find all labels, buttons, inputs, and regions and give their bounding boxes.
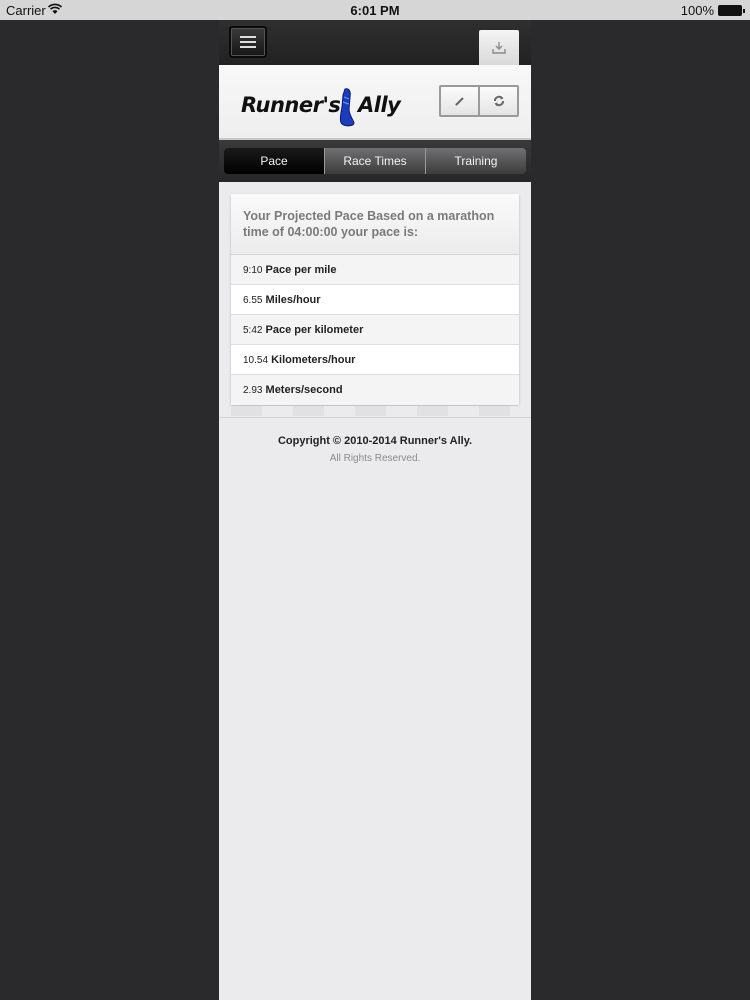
list-item: 10.54 Kilometers/hour — [231, 345, 519, 375]
result-value: 6.55 — [243, 295, 263, 306]
list-item: 5:42 Pace per kilometer — [231, 315, 519, 345]
refresh-icon — [494, 95, 504, 107]
tab-pace[interactable]: Pace — [224, 148, 324, 174]
hamburger-icon — [240, 36, 256, 38]
result-unit: Meters/second — [265, 384, 343, 396]
result-unit: Pace per kilometer — [265, 324, 364, 336]
card-shadow — [231, 406, 519, 416]
result-value: 2.93 — [243, 385, 263, 396]
battery-icon — [718, 5, 745, 16]
download-icon — [492, 42, 506, 54]
hamburger-icon — [240, 41, 256, 43]
top-bar — [219, 20, 531, 65]
result-value: 10.54 — [243, 355, 269, 366]
tab-race-times[interactable]: Race Times — [324, 148, 425, 174]
list-item: 6.55 Miles/hour — [231, 285, 519, 315]
edit-button[interactable] — [441, 87, 478, 115]
footer: Copyright © 2010-2014 Runner's Ally. All… — [219, 435, 531, 464]
battery-percentage: 100% — [680, 3, 714, 18]
tab-bar: Pace Race Times Training — [219, 140, 531, 182]
logo-text-left: Runner's — [241, 93, 341, 117]
refresh-button[interactable] — [478, 87, 517, 115]
app-header: Runner's Ally — [219, 65, 531, 140]
result-value: 9:10 — [243, 265, 263, 276]
result-unit: Miles/hour — [265, 294, 321, 306]
hamburger-icon — [240, 46, 256, 48]
header-tool-group — [439, 85, 519, 117]
pencil-icon — [455, 97, 464, 106]
result-value: 5:42 — [243, 325, 263, 336]
running-shoe-icon — [339, 88, 355, 127]
result-unit: Kilometers/hour — [271, 354, 356, 366]
download-button[interactable] — [479, 30, 519, 65]
results-heading: Your Projected Pace Based on a marathon … — [231, 194, 519, 255]
list-item: 2.93 Meters/second — [231, 375, 519, 405]
list-item: 9:10 Pace per mile — [231, 255, 519, 285]
menu-button[interactable] — [229, 26, 267, 58]
status-bar: Carrier 6:01 PM 100% — [0, 0, 750, 20]
divider — [219, 417, 531, 418]
logo-text-right: Ally — [358, 93, 401, 117]
copyright-text: Copyright © 2010-2014 Runner's Ally. — [277, 435, 473, 447]
app-container: Runner's Ally Pace Race Times Training Y… — [219, 20, 531, 1000]
result-unit: Pace per mile — [265, 264, 337, 276]
clock: 6:01 PM — [350, 3, 400, 18]
runners-ally-logo: Runner's Ally — [241, 87, 409, 127]
tab-training[interactable]: Training — [425, 148, 526, 174]
rights-text: All Rights Reserved. — [329, 453, 421, 464]
pace-results-card: Your Projected Pace Based on a marathon … — [231, 194, 519, 405]
results-list: 9:10 Pace per mile 6.55 Miles/hour 5:42 … — [231, 255, 519, 405]
